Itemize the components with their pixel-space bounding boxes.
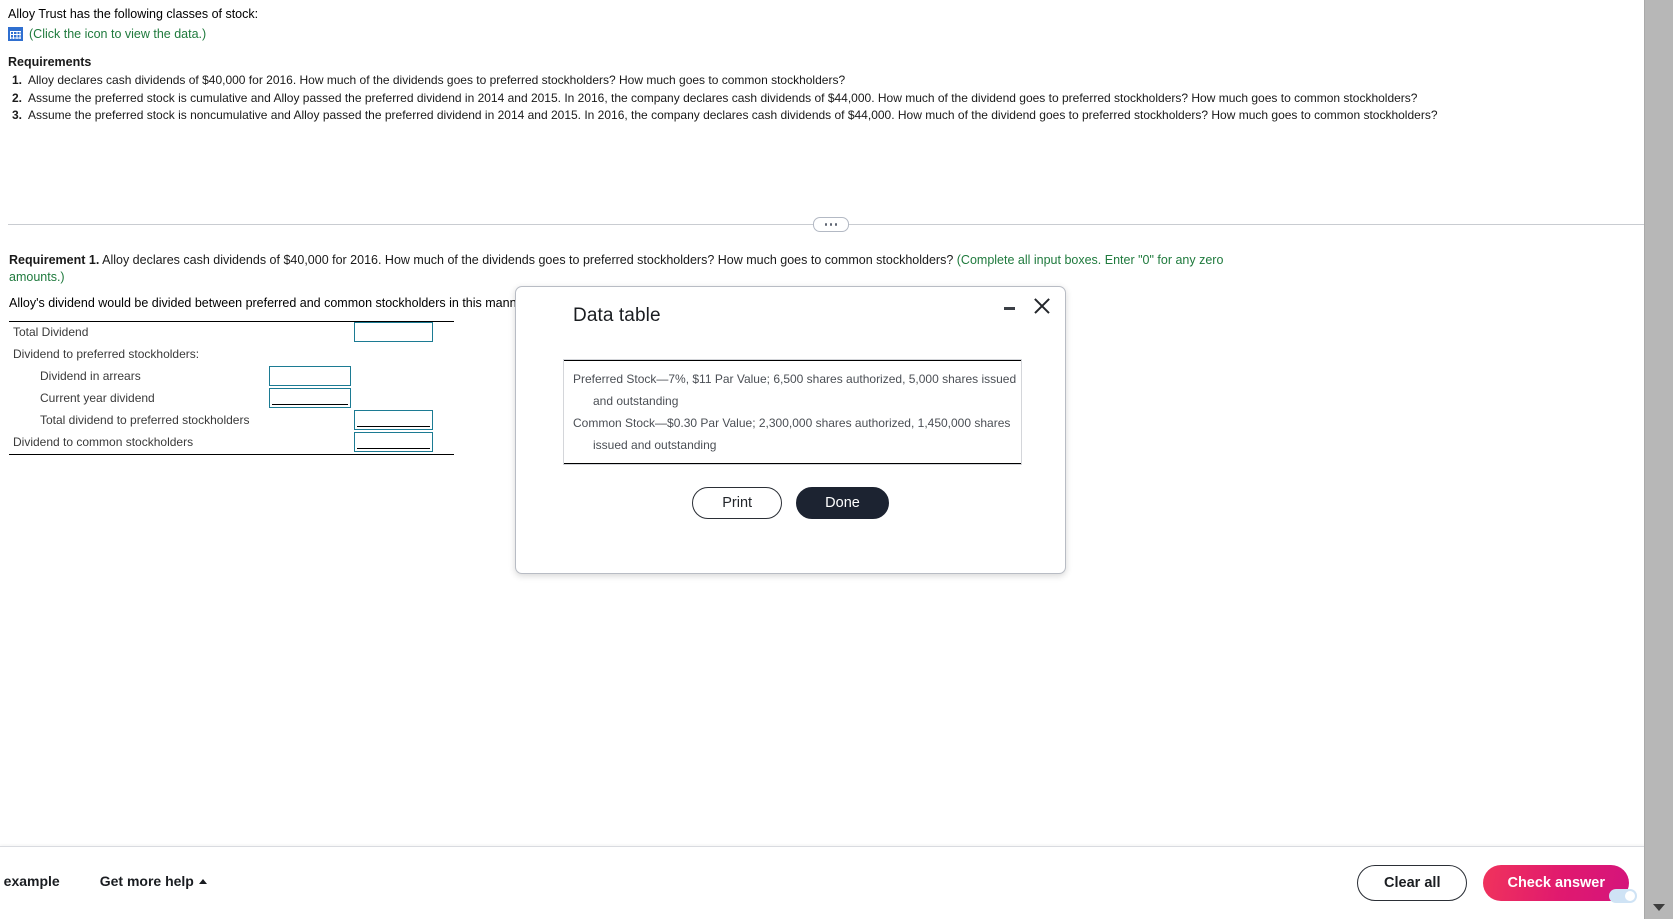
scroll-down-arrow-icon[interactable]	[1653, 904, 1665, 911]
total-preferred-dividend-input[interactable]	[354, 410, 433, 430]
row-label: Dividend to preferred stockholders:	[13, 347, 200, 361]
requirement-1-label: Requirement 1.	[9, 253, 100, 267]
done-button[interactable]: Done	[796, 487, 889, 519]
dot-icon	[834, 223, 838, 226]
subtotal-rule	[357, 426, 430, 427]
requirement-1-question: Alloy declares cash dividends of $40,000…	[102, 253, 954, 267]
subtotal-rule	[272, 404, 348, 405]
print-button[interactable]: Print	[692, 487, 783, 519]
view-example-link[interactable]: s example	[0, 873, 60, 889]
requirement-number: 2.	[12, 90, 23, 105]
subtotal-rule	[357, 448, 430, 449]
requirement-text: Assume the preferred stock is cumulative…	[28, 90, 1418, 105]
requirement-number: 3.	[12, 108, 23, 122]
row-label: Total dividend to preferred stockholders	[40, 413, 250, 427]
common-dividend-input[interactable]	[354, 432, 433, 452]
table-row: Total Dividend	[9, 322, 454, 344]
table-bottom-rule	[9, 454, 454, 455]
panel-splitter[interactable]	[8, 217, 1654, 232]
requirement-item-3: 3. Assume the preferred stock is noncumu…	[8, 107, 1628, 124]
vertical-scrollbar[interactable]	[1644, 0, 1673, 919]
bottom-toolbar-right: Clear all Check answer	[1357, 865, 1629, 901]
toggle-switch[interactable]	[1609, 889, 1637, 903]
splitter-handle[interactable]	[813, 217, 849, 232]
check-answer-button[interactable]: Check answer	[1483, 865, 1629, 901]
problem-statement: Alloy Trust has the following classes of…	[8, 6, 1628, 125]
answer-area: Requirement 1. Alloy declares cash divid…	[9, 252, 1259, 455]
get-more-help-label: Get more help	[99, 873, 194, 889]
chevron-up-icon	[198, 879, 207, 884]
data-table-link-row[interactable]: (Click the icon to view the data.)	[8, 27, 1628, 41]
table-grid-icon[interactable]	[8, 27, 23, 41]
requirement-text: Assume the preferred stock is noncumulat…	[28, 108, 1438, 122]
dividend-in-arrears-input[interactable]	[269, 366, 351, 386]
requirement-text: Alloy declares cash dividends of $40,000…	[28, 73, 846, 87]
requirement-item-2: 2. Assume the preferred stock is cumulat…	[8, 90, 1628, 107]
dot-icon	[824, 223, 828, 226]
requirement-number: 1.	[12, 73, 23, 87]
table-row: Dividend to common stockholders	[9, 432, 454, 455]
requirements-heading: Requirements	[8, 55, 92, 69]
table-row: Dividend to preferred stockholders:	[9, 344, 454, 366]
requirement-1-prompt: Requirement 1. Alloy declares cash divid…	[9, 252, 1259, 286]
modal-backdrop: Data table Preferred Stock—7%, $11 Par V…	[0, 0, 1673, 919]
data-table-bottom-rule	[564, 463, 1021, 464]
dividend-table: Total Dividend Dividend to preferred sto…	[9, 321, 454, 455]
problem-intro: Alloy Trust has the following classes of…	[8, 7, 259, 21]
bottom-toolbar-left: s example Get more help	[0, 873, 207, 889]
table-row: Current year dividend	[9, 388, 454, 410]
table-row: Total dividend to preferred stockholders	[9, 410, 454, 432]
clear-all-button[interactable]: Clear all	[1357, 865, 1468, 901]
requirement-item-1: 1. Alloy declares cash dividends of $40,…	[8, 72, 1628, 89]
bottom-toolbar: s example Get more help Clear all Check …	[0, 846, 1645, 919]
view-data-link[interactable]: (Click the icon to view the data.)	[29, 27, 206, 41]
dot-icon	[829, 223, 833, 226]
get-more-help-button[interactable]: Get more help	[100, 873, 207, 889]
row-label: Current year dividend	[40, 391, 155, 405]
dialog-actions: Print Done	[516, 487, 1065, 519]
answer-intro: Alloy's dividend would be divided betwee…	[9, 296, 532, 310]
current-year-dividend-input[interactable]	[269, 388, 351, 408]
table-row: Dividend in arrears	[9, 366, 454, 388]
total-dividend-input[interactable]	[354, 322, 433, 342]
row-label: Dividend in arrears	[40, 369, 141, 383]
row-label: Total Dividend	[13, 325, 89, 339]
row-label: Dividend to common stockholders	[13, 435, 194, 449]
